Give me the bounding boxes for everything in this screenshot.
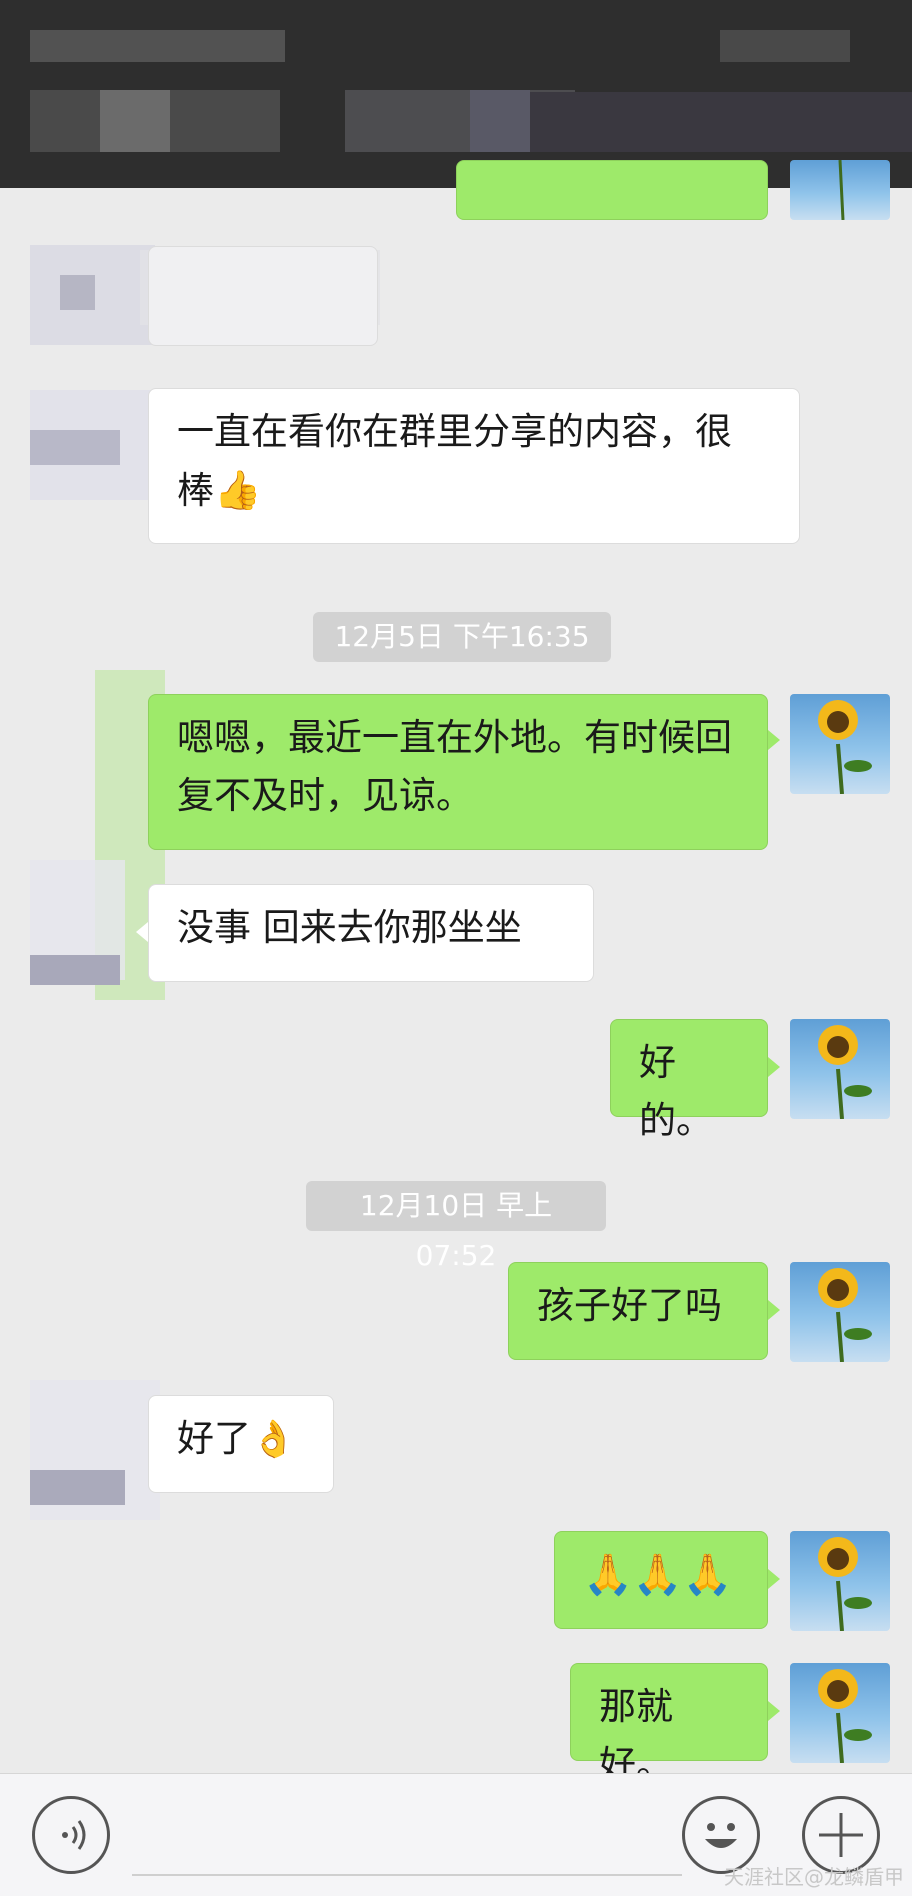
- sunflower-avatar-icon: [818, 1025, 872, 1119]
- incoming-message-6[interactable]: 好了👌: [148, 1395, 334, 1493]
- input-bar: 天涯社区@龙鳞盾甲: [0, 1773, 912, 1896]
- message-input[interactable]: [132, 1874, 682, 1876]
- incoming-message-3[interactable]: 没事 回来去你那坐坐: [148, 884, 594, 982]
- outgoing-message-4[interactable]: 好的。: [610, 1019, 768, 1142]
- bubble-tail: [136, 922, 148, 942]
- message-text: 孩子好了吗: [537, 1284, 722, 1327]
- blurred-avatars: [0, 185, 380, 1520]
- message-text: 复不及时，见谅。: [177, 774, 473, 817]
- bubble-tail: [768, 730, 780, 750]
- outgoing-message-2[interactable]: 嗯嗯，最近一直在外地。有时候回 复不及时，见谅。: [148, 694, 768, 850]
- ok-hand-icon: 👌: [251, 1419, 296, 1460]
- message-text: 一直在看你在群里分享的内容，很: [177, 410, 732, 453]
- partial-outgoing-bubble[interactable]: [456, 160, 768, 220]
- bubble-tail: [768, 1701, 780, 1721]
- blurred-incoming-bubble[interactable]: [148, 246, 378, 346]
- sunflower-avatar-icon: [838, 160, 845, 220]
- sunflower-avatar-icon: [818, 700, 872, 794]
- sunflower-avatar-icon: [818, 1537, 872, 1631]
- my-avatar-top[interactable]: [790, 160, 890, 220]
- timestamp: 12月5日 下午16:35: [313, 612, 611, 662]
- sunflower-avatar-icon: [818, 1268, 872, 1362]
- bubble-tail: [768, 1057, 780, 1077]
- message-text: 好了: [177, 1417, 251, 1460]
- my-avatar[interactable]: [790, 1019, 890, 1119]
- my-avatar[interactable]: [790, 1663, 890, 1763]
- my-avatar[interactable]: [790, 1531, 890, 1631]
- message-text: 嗯嗯，最近一直在外地。有时候回: [177, 716, 732, 759]
- outgoing-message-8[interactable]: 那就好。: [570, 1663, 768, 1786]
- thumbs-up-icon: 👍: [214, 468, 262, 512]
- message-text: 好的。: [639, 1041, 713, 1142]
- watermark: 天涯社区@龙鳞盾甲: [724, 1865, 904, 1889]
- sunflower-avatar-icon: [818, 1669, 872, 1763]
- outgoing-message-5[interactable]: 孩子好了吗: [508, 1262, 768, 1360]
- voice-button[interactable]: [32, 1796, 110, 1874]
- outgoing-message-7[interactable]: 🙏🙏🙏: [554, 1531, 768, 1629]
- my-avatar[interactable]: [790, 694, 890, 794]
- praying-hands-icon: 🙏🙏🙏: [583, 1552, 733, 1598]
- blurred-header: [0, 0, 912, 188]
- message-text: 没事 回来去你那坐坐: [177, 906, 522, 949]
- voice-icon: [62, 1820, 86, 1850]
- message-text: 棒: [177, 469, 214, 512]
- timestamp: 12月10日 早上07:52: [306, 1181, 606, 1272]
- bubble-tail: [768, 1569, 780, 1589]
- my-avatar[interactable]: [790, 1262, 890, 1362]
- bubble-tail: [768, 1300, 780, 1320]
- incoming-message-1[interactable]: 一直在看你在群里分享的内容，很 棒👍: [148, 388, 800, 544]
